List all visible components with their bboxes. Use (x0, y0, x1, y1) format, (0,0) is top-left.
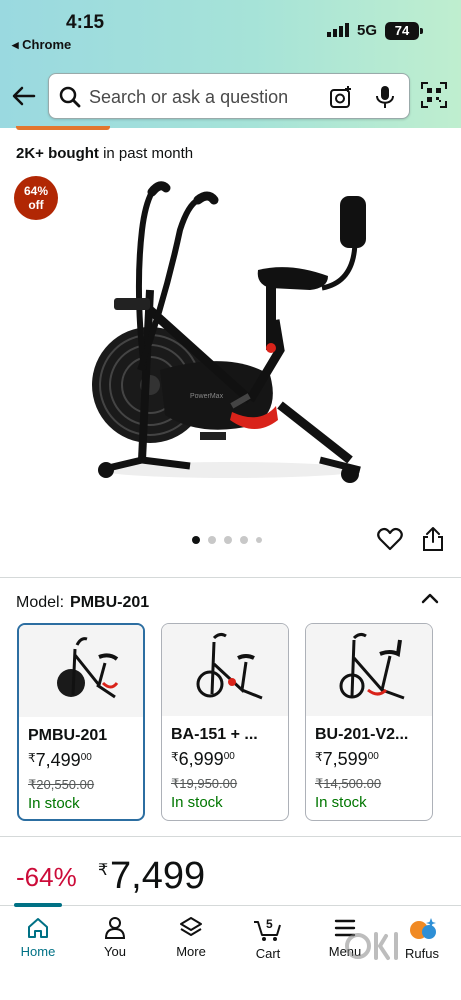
search-input[interactable]: Search or ask a question (89, 87, 288, 108)
variant-name: BA-151 + ... (171, 726, 258, 743)
section-divider (0, 836, 461, 837)
nav-label: More (176, 944, 206, 959)
back-to-app-link[interactable]: ◂ Chrome (12, 37, 71, 53)
model-selector-label: Model: PMBU-201 (16, 594, 150, 611)
deal-price: 7,499 (110, 855, 206, 897)
camera-lens-icon[interactable] (329, 85, 353, 109)
section-divider (0, 577, 461, 578)
variant-stock: In stock (28, 795, 80, 812)
carousel-dot[interactable] (240, 536, 248, 544)
nav-label: You (104, 944, 126, 959)
variant-card[interactable]: BU-201-V2... ₹7,59900 ₹14,500.00 In stoc… (305, 623, 433, 821)
qr-scan-icon[interactable] (421, 82, 447, 108)
nav-home[interactable]: Home (8, 916, 68, 959)
network-type: 5G (357, 22, 378, 39)
variant-stock: In stock (171, 794, 223, 811)
svg-text:PowerMax: PowerMax (190, 393, 224, 400)
variant-price: ₹7,49900 (28, 750, 92, 770)
home-icon (28, 918, 48, 938)
chevron-up-icon[interactable] (420, 590, 440, 606)
microphone-icon[interactable] (375, 85, 395, 109)
person-icon (104, 917, 126, 939)
variant-thumbnail (162, 624, 288, 716)
variant-stock: In stock (315, 794, 367, 811)
carousel-dot[interactable] (192, 536, 200, 544)
nav-you[interactable]: You (85, 916, 145, 959)
variant-price: ₹6,99900 (171, 749, 235, 769)
back-arrow-icon[interactable] (10, 82, 38, 110)
product-image[interactable]: PowerMax (80, 170, 380, 500)
discount-badge: 64% off (14, 176, 58, 220)
variant-price: ₹7,59900 (315, 749, 379, 769)
search-icon (59, 86, 81, 108)
app-header: 4:15 ◂ Chrome 5G 74 Search or ask a ques… (0, 0, 461, 128)
cart-count: 5 (266, 917, 273, 931)
variant-name: PMBU-201 (28, 727, 108, 744)
variant-name: BU-201-V2... (315, 726, 409, 743)
nav-cart[interactable]: 5 Cart (238, 916, 298, 961)
search-bar[interactable]: Search or ask a question (48, 73, 410, 119)
heart-icon[interactable] (377, 527, 403, 551)
nav-label: Cart (255, 946, 281, 961)
watermark-logo-icon (345, 932, 398, 960)
battery-icon: 74 (385, 22, 423, 40)
variant-card[interactable]: BA-151 + ... ₹6,99900 ₹19,950.00 In stoc… (161, 623, 289, 821)
header-tab-indicator (16, 126, 110, 130)
layers-icon (180, 917, 202, 936)
nav-label: Home (20, 944, 56, 959)
signal-icon (327, 23, 349, 37)
variant-thumbnail (306, 624, 432, 716)
image-carousel-dots[interactable] (192, 535, 262, 545)
variant-card[interactable]: PMBU-201 ₹7,49900 ₹20,550.00 In stock (17, 623, 145, 821)
bought-count-text: 2K+ bought in past month (16, 145, 194, 162)
share-icon[interactable] (422, 526, 444, 552)
variant-mrp: ₹14,500.00 (315, 776, 382, 791)
variant-mrp: ₹20,550.00 (28, 777, 95, 792)
carousel-dot[interactable] (208, 536, 216, 544)
currency-symbol: ₹ (98, 862, 109, 879)
discount-percent: -64% (16, 862, 77, 892)
nav-more[interactable]: More (161, 916, 221, 959)
cart-icon: 5 (254, 917, 281, 941)
carousel-dot[interactable] (224, 536, 232, 544)
variant-thumbnail (19, 625, 143, 717)
carousel-dot[interactable] (256, 537, 262, 543)
active-tab-indicator (14, 903, 62, 907)
rufus-icon (410, 918, 436, 939)
status-time: 4:15 (66, 12, 105, 33)
variant-mrp: ₹19,950.00 (171, 776, 238, 791)
